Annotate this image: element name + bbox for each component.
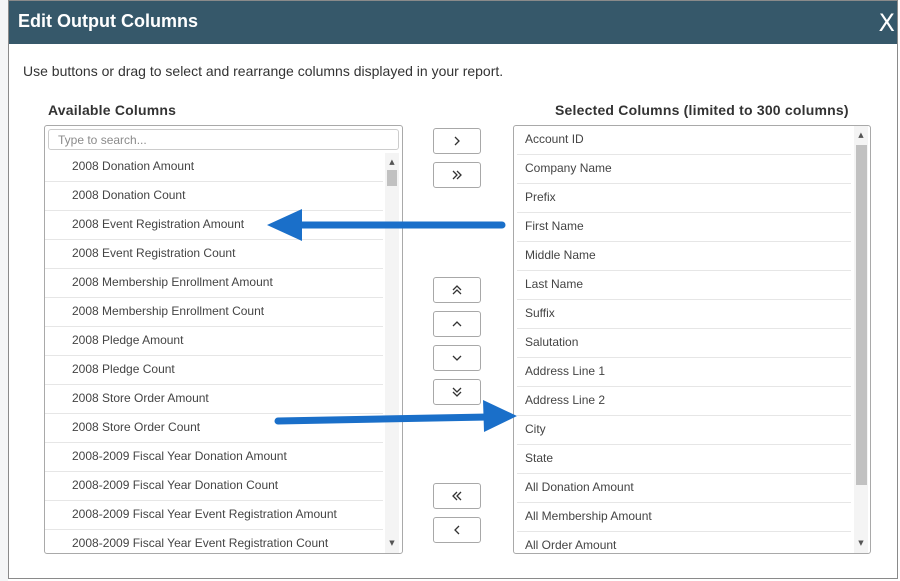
list-item[interactable]: 2008 Event Registration Amount <box>45 211 383 240</box>
list-item[interactable]: 2008 Donation Count <box>45 182 383 211</box>
dialog-title: Edit Output Columns <box>18 11 198 31</box>
list-item[interactable]: Last Name <box>517 271 851 300</box>
list-item[interactable]: Address Line 2 <box>517 387 851 416</box>
list-item[interactable]: 2008 Membership Enrollment Amount <box>45 269 383 298</box>
search-input[interactable] <box>48 129 399 150</box>
double-chevron-down-icon <box>452 387 462 397</box>
chevron-down-icon <box>452 355 462 361</box>
available-columns-heading: Available Columns <box>48 102 177 118</box>
chevron-right-icon <box>454 136 460 146</box>
available-columns-list: 2008 Donation Amount2008 Donation Count2… <box>44 125 403 554</box>
background-window-edge <box>0 0 8 581</box>
list-item[interactable]: 2008-2009 Fiscal Year Donation Count <box>45 472 383 501</box>
remove-all-button[interactable] <box>433 483 481 509</box>
double-chevron-up-icon <box>452 285 462 295</box>
move-up-button[interactable] <box>433 311 481 337</box>
double-chevron-left-icon <box>452 491 462 501</box>
scroll-up-arrow-icon[interactable]: ▲ <box>855 131 867 139</box>
move-down-button[interactable] <box>433 345 481 371</box>
chevron-left-icon <box>454 525 460 535</box>
scrollbar-thumb[interactable] <box>856 145 867 485</box>
list-item[interactable]: Address Line 1 <box>517 358 851 387</box>
remove-selected-button[interactable] <box>433 517 481 543</box>
available-scrollbar[interactable]: ▲ ▼ <box>385 153 399 553</box>
chevron-up-icon <box>452 321 462 327</box>
selected-columns-list: Account ID Company Name Prefix First Name Mi… <box>513 125 871 554</box>
dialog-titlebar: Edit Output Columns X <box>9 1 897 44</box>
list-item[interactable]: All Donation Amount <box>517 474 851 503</box>
scroll-up-arrow-icon[interactable]: ▲ <box>386 158 398 166</box>
list-item[interactable]: 2008 Membership Enrollment Count <box>45 298 383 327</box>
list-item[interactable]: Company Name <box>517 155 851 184</box>
list-item[interactable]: Middle Name <box>517 242 851 271</box>
scrollbar-thumb[interactable] <box>387 170 397 186</box>
instructions-text: Use buttons or drag to select and rearra… <box>23 63 504 79</box>
list-item[interactable]: 2008 Store Order Amount <box>45 385 383 414</box>
available-items: 2008 Donation Amount 2008 Donation Count 2… <box>45 153 383 553</box>
list-item[interactable]: City <box>517 416 851 445</box>
selected-columns-heading: Selected Columns (limited to 300 columns… <box>555 102 849 118</box>
close-button[interactable]: X <box>879 9 895 37</box>
move-to-top-button[interactable] <box>433 277 481 303</box>
double-chevron-right-icon <box>452 170 462 180</box>
list-item[interactable]: State <box>517 445 851 474</box>
edit-output-columns-dialog: Edit Output Columns X Use buttons or dra… <box>8 0 898 579</box>
list-item[interactable]: 2008-2009 Fiscal Year Donation Amount <box>45 443 383 472</box>
list-item[interactable]: 2008-2009 Fiscal Year Event Registration… <box>45 501 383 530</box>
list-item[interactable]: First Name <box>517 213 851 242</box>
list-item[interactable]: Account ID <box>517 126 851 155</box>
scroll-down-arrow-icon[interactable]: ▼ <box>855 539 867 547</box>
list-item[interactable]: All Order Amount <box>517 532 851 553</box>
list-item[interactable]: Salutation <box>517 329 851 358</box>
selected-scrollbar[interactable]: ▲ ▼ <box>854 126 868 553</box>
add-selected-button[interactable] <box>433 128 481 154</box>
scroll-down-arrow-icon[interactable]: ▼ <box>386 539 398 547</box>
list-item[interactable]: All Membership Amount <box>517 503 851 532</box>
list-item[interactable]: 2008-2009 Fiscal Year Event Registration… <box>45 530 383 553</box>
list-item[interactable]: 2008 Donation Amount <box>45 153 383 182</box>
add-all-button[interactable] <box>433 162 481 188</box>
list-item[interactable]: 2008 Pledge Count <box>45 356 383 385</box>
list-item[interactable]: Prefix <box>517 184 851 213</box>
list-item[interactable]: Suffix <box>517 300 851 329</box>
list-item[interactable]: 2008 Event Registration Count <box>45 240 383 269</box>
selected-items: Account ID Company Name Prefix First Name Mi… <box>517 126 851 553</box>
list-item[interactable]: 2008 Pledge Amount <box>45 327 383 356</box>
list-item[interactable]: 2008 Store Order Count <box>45 414 383 443</box>
move-to-bottom-button[interactable] <box>433 379 481 405</box>
